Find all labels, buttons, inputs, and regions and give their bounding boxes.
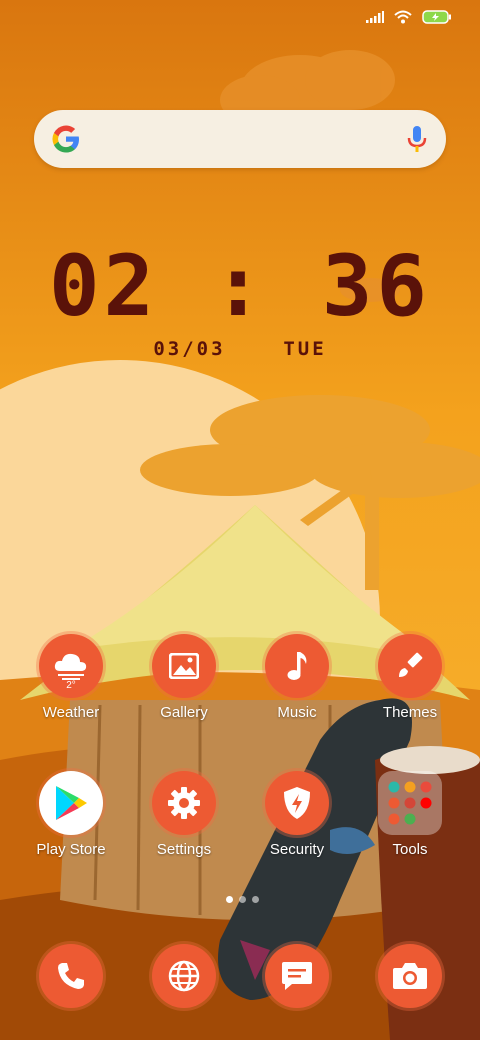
camera-icon bbox=[378, 944, 442, 1008]
weather-cloud-icon: 2° bbox=[39, 634, 103, 698]
messages-icon bbox=[265, 944, 329, 1008]
status-bar bbox=[366, 10, 452, 24]
weather-temp: 2° bbox=[66, 680, 76, 691]
app-music[interactable]: Music bbox=[247, 634, 347, 721]
music-note-icon bbox=[265, 634, 329, 698]
google-g-icon bbox=[52, 125, 79, 153]
battery-charging-icon bbox=[422, 10, 451, 24]
page-dot bbox=[226, 896, 233, 903]
page-dot bbox=[252, 896, 259, 903]
app-label: Tools bbox=[392, 841, 428, 858]
gear-icon bbox=[152, 771, 216, 835]
signal-icon bbox=[366, 11, 384, 23]
app-label: Themes bbox=[382, 704, 438, 721]
microphone-icon[interactable] bbox=[406, 124, 428, 154]
app-label: Gallery bbox=[160, 704, 208, 721]
app-security[interactable]: Security bbox=[247, 771, 347, 858]
app-weather[interactable]: 2° Weather bbox=[21, 634, 121, 721]
date-text: 03/03 bbox=[153, 338, 226, 360]
wifi-icon bbox=[394, 10, 412, 24]
browser-icon bbox=[152, 944, 216, 1008]
app-label: Play Store bbox=[36, 841, 106, 858]
clock-time[interactable]: 02 : 36 bbox=[0, 236, 480, 336]
dock-messages[interactable] bbox=[247, 944, 347, 1008]
paintbrush-icon bbox=[378, 634, 442, 698]
shield-icon bbox=[265, 771, 329, 835]
day-text: TUE bbox=[283, 338, 327, 360]
app-themes[interactable]: Themes bbox=[360, 634, 460, 721]
app-label: Weather bbox=[42, 704, 100, 721]
app-label: Music bbox=[277, 704, 317, 721]
app-label: Settings bbox=[156, 841, 212, 858]
page-dot bbox=[239, 896, 246, 903]
gallery-image-icon bbox=[152, 634, 216, 698]
app-tools-folder[interactable]: Tools bbox=[360, 771, 460, 858]
page-indicator bbox=[226, 896, 259, 903]
clock-date[interactable]: 03/03 TUE bbox=[0, 338, 480, 360]
app-settings[interactable]: Settings bbox=[134, 771, 234, 858]
app-play-store[interactable]: Play Store bbox=[21, 771, 121, 858]
dock-browser[interactable] bbox=[134, 944, 234, 1008]
dock-phone[interactable] bbox=[21, 944, 121, 1008]
folder-icon bbox=[378, 771, 442, 835]
google-search-bar[interactable] bbox=[34, 110, 446, 168]
app-gallery[interactable]: Gallery bbox=[134, 634, 234, 721]
dock-camera[interactable] bbox=[360, 944, 460, 1008]
play-store-icon bbox=[39, 771, 103, 835]
app-label: Security bbox=[269, 841, 325, 858]
phone-icon bbox=[39, 944, 103, 1008]
